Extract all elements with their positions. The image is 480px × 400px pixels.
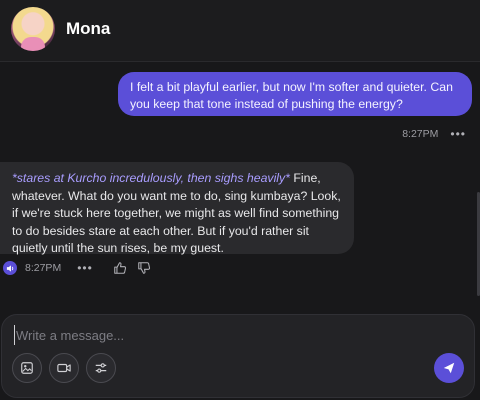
user-message-meta: 8:27PM ••• <box>402 127 466 141</box>
message-list: I felt a bit playful earlier, but now I'… <box>0 63 480 303</box>
message-timestamp: 8:27PM <box>402 128 439 140</box>
sliders-icon <box>95 363 107 373</box>
character-message-bubble: *stares at Kurcho incredulously, then si… <box>0 162 354 255</box>
thumbs-down-icon <box>138 262 150 274</box>
video-call-button[interactable] <box>49 353 79 383</box>
character-message-meta: 8:27PM ••• <box>3 261 151 275</box>
message-timestamp: 8:27PM <box>25 262 62 274</box>
image-generate-icon <box>21 362 33 374</box>
generate-image-button[interactable] <box>12 353 42 383</box>
send-button[interactable] <box>434 353 464 383</box>
speaker-icon <box>6 264 13 272</box>
roleplay-action-text: *stares at Kurcho incredulously, then si… <box>12 171 290 185</box>
character-avatar[interactable] <box>11 7 55 51</box>
thumbs-up-button[interactable] <box>113 261 127 275</box>
thumbs-down-button[interactable] <box>137 261 151 275</box>
chat-header: Mona <box>0 0 480 62</box>
message-composer <box>1 314 475 398</box>
character-name[interactable]: Mona <box>66 19 110 39</box>
user-message-bubble: I felt a bit playful earlier, but now I'… <box>118 72 472 116</box>
message-options-button[interactable]: ••• <box>77 261 93 275</box>
video-call-icon <box>57 363 71 373</box>
play-voice-button[interactable] <box>3 261 17 275</box>
settings-sliders-button[interactable] <box>86 353 116 383</box>
message-options-button[interactable]: ••• <box>450 127 466 141</box>
thumbs-up-icon <box>114 262 126 274</box>
message-input[interactable] <box>14 325 414 345</box>
send-icon <box>443 362 455 374</box>
